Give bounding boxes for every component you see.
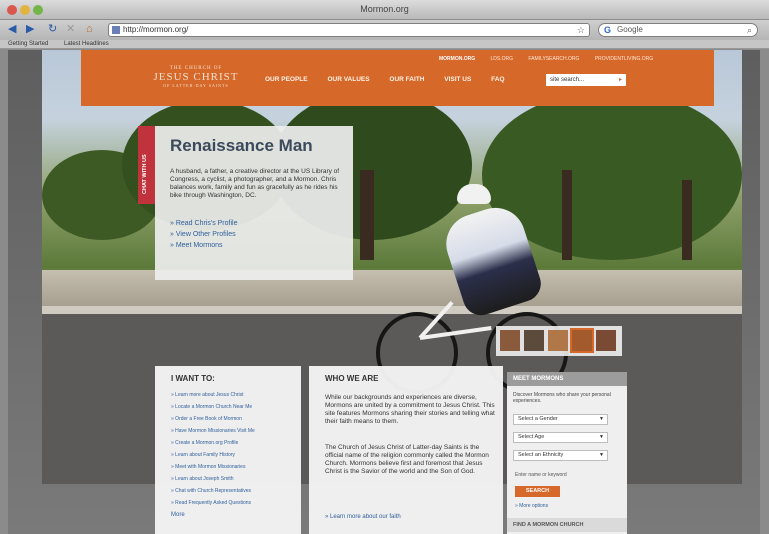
search-icon[interactable]: ⌕ bbox=[747, 24, 752, 36]
church-logo[interactable]: THE CHURCH OF JESUS CHRIST OF LATTER-DAY… bbox=[141, 66, 251, 88]
profile-thumbnail-active[interactable] bbox=[570, 328, 594, 353]
window-title: Mormon.org bbox=[360, 4, 409, 14]
profile-panel: Renaissance Man A husband, a father, a c… bbox=[155, 126, 353, 280]
gender-select[interactable]: Select a Gender ▼ bbox=[513, 414, 608, 425]
bookmark-star-icon[interactable]: ☆ bbox=[577, 24, 585, 36]
favicon-icon bbox=[112, 26, 120, 34]
site-search-placeholder: site search... bbox=[550, 77, 585, 83]
profile-description: A husband, a father, a creative director… bbox=[170, 168, 340, 199]
i-want-to-link[interactable]: » Learn about Joseph Smith bbox=[171, 476, 234, 482]
bookmarks-bar: Getting Started Latest Headlines bbox=[0, 40, 769, 49]
nav-faq[interactable]: FAQ bbox=[491, 76, 504, 83]
nav-our-people[interactable]: OUR PEOPLE bbox=[265, 76, 308, 83]
meet-mormons-panel: MEET MORMONS Discover Mormons who share … bbox=[507, 372, 627, 534]
i-want-to-title: I WANT TO: bbox=[171, 374, 215, 383]
top-link-mormon-org[interactable]: MORMON.ORG bbox=[439, 56, 475, 62]
view-other-profiles-link[interactable]: » View Other Profiles bbox=[170, 231, 236, 238]
who-we-are-title: WHO WE ARE bbox=[325, 374, 379, 383]
chevron-down-icon: ▼ bbox=[599, 434, 604, 440]
i-want-to-link[interactable]: » Read Frequently Asked Questions bbox=[171, 500, 251, 506]
web-page: THE CHURCH OF JESUS CHRIST OF LATTER-DAY… bbox=[8, 50, 760, 534]
i-want-to-link[interactable]: » Order a Free Book of Mormon bbox=[171, 416, 242, 422]
learn-more-faith-link[interactable]: » Learn more about our faith bbox=[325, 514, 401, 520]
stop-icon[interactable]: ✕ bbox=[66, 23, 75, 36]
keyword-input[interactable]: Enter name or keyword bbox=[515, 472, 567, 478]
i-want-to-link[interactable]: » Meet with Mormon Missionaries bbox=[171, 464, 245, 470]
age-select[interactable]: Select Age ▼ bbox=[513, 432, 608, 443]
site-header: THE CHURCH OF JESUS CHRIST OF LATTER-DAY… bbox=[81, 50, 714, 106]
i-want-to-link[interactable]: » Learn about Family History bbox=[171, 452, 235, 458]
i-want-to-link[interactable]: » Chat with Church Representatives bbox=[171, 488, 251, 494]
nav-our-faith[interactable]: OUR FAITH bbox=[389, 76, 424, 83]
who-we-are-panel: WHO WE ARE While our backgrounds and exp… bbox=[309, 366, 503, 534]
reload-icon[interactable]: ↻ bbox=[48, 23, 57, 36]
i-want-to-panel: I WANT TO: » Learn more about Jesus Chri… bbox=[155, 366, 301, 534]
age-select-value: Select Age bbox=[518, 434, 545, 440]
home-icon[interactable]: ⌂ bbox=[86, 23, 93, 36]
bookmark-latest-headlines[interactable]: Latest Headlines bbox=[64, 40, 109, 49]
chat-with-us-label: CHAT WITH US bbox=[142, 154, 148, 194]
site-search-input[interactable]: site search... ▸ bbox=[546, 74, 626, 86]
chevron-down-icon: ▼ bbox=[599, 416, 604, 422]
i-want-to-link[interactable]: » Learn more about Jesus Christ bbox=[171, 392, 244, 398]
window-titlebar: Mormon.org bbox=[0, 0, 769, 20]
nav-visit-us[interactable]: VISIT US bbox=[444, 76, 471, 83]
i-want-to-link[interactable]: » Locate a Mormon Church Near Me bbox=[171, 404, 252, 410]
nav-our-values[interactable]: OUR VALUES bbox=[327, 76, 369, 83]
logo-name-text: JESUS CHRIST bbox=[153, 71, 239, 83]
chevron-down-icon: ▼ bbox=[599, 452, 604, 458]
meet-mormons-link[interactable]: » Meet Mormons bbox=[170, 242, 223, 249]
back-icon[interactable]: ◀ bbox=[8, 23, 16, 36]
google-icon: G bbox=[604, 25, 612, 35]
profile-thumbnail[interactable] bbox=[548, 330, 568, 351]
ethnicity-select[interactable]: Select an Ethnicity ▼ bbox=[513, 450, 608, 461]
i-want-to-more-link[interactable]: More bbox=[171, 512, 185, 518]
logo-bottom-text: OF LATTER-DAY SAINTS bbox=[163, 83, 229, 88]
search-engine-label: Google bbox=[617, 25, 643, 34]
i-want-to-link[interactable]: » Have Mormon Missionaries Visit Me bbox=[171, 428, 255, 434]
read-profile-link[interactable]: » Read Chris's Profile bbox=[170, 220, 237, 227]
i-want-to-link[interactable]: » Create a Mormon.org Profile bbox=[171, 440, 238, 446]
more-options-link[interactable]: » More options bbox=[515, 503, 548, 509]
browser-toolbar: ◀ ▶ ↻ ✕ ⌂ http://mormon.org/ ☆ G Google … bbox=[0, 20, 769, 40]
browser-search-input[interactable]: G Google ⌕ bbox=[598, 23, 758, 37]
meet-mormons-title: MEET MORMONS bbox=[507, 372, 627, 386]
who-we-are-paragraph: The Church of Jesus Christ of Latter-day… bbox=[325, 444, 489, 475]
who-we-are-paragraph: While our backgrounds and experiences ar… bbox=[325, 394, 495, 425]
main-nav: OUR PEOPLE OUR VALUES OUR FAITH VISIT US… bbox=[265, 76, 523, 83]
bookmark-getting-started[interactable]: Getting Started bbox=[8, 40, 48, 49]
chat-with-us-tab[interactable]: CHAT WITH US bbox=[138, 126, 155, 204]
forward-icon[interactable]: ▶ bbox=[26, 23, 34, 36]
url-bar[interactable]: http://mormon.org/ ☆ bbox=[108, 23, 590, 37]
ethnicity-select-value: Select an Ethnicity bbox=[518, 452, 564, 458]
top-link-familysearch[interactable]: FAMILYSEARCH.ORG bbox=[528, 56, 579, 62]
profile-thumbnails bbox=[496, 326, 622, 356]
top-link-lds-org[interactable]: LDS.ORG bbox=[491, 56, 514, 62]
find-church-button[interactable]: FIND A MORMON CHURCH bbox=[507, 518, 627, 532]
meet-mormons-description: Discover Mormons who share your personal… bbox=[513, 392, 611, 404]
search-arrow-icon[interactable]: ▸ bbox=[619, 74, 622, 86]
meet-mormons-search-button[interactable]: SEARCH bbox=[515, 486, 560, 497]
gender-select-value: Select a Gender bbox=[518, 416, 558, 422]
top-link-providentliving[interactable]: PROVIDENTLIVING.ORG bbox=[595, 56, 653, 62]
profile-thumbnail[interactable] bbox=[524, 330, 544, 351]
profile-thumbnail[interactable] bbox=[500, 330, 520, 351]
profile-thumbnail[interactable] bbox=[596, 330, 616, 351]
profile-title: Renaissance Man bbox=[170, 136, 313, 155]
top-links: MORMON.ORG LDS.ORG FAMILYSEARCH.ORG PROV… bbox=[439, 56, 667, 62]
url-text: http://mormon.org/ bbox=[123, 25, 189, 34]
